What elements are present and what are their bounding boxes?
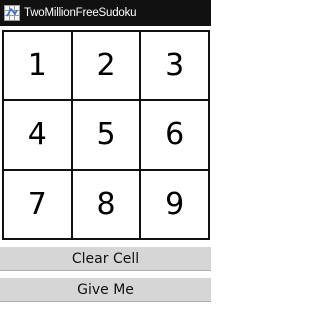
app-title: TwoMillionFreeSudoku	[24, 7, 137, 19]
digit-2-button[interactable]: 2	[72, 32, 142, 102]
title-bar: TwoMillionFreeSudoku	[0, 0, 211, 26]
digit-6-button[interactable]: 6	[141, 101, 210, 171]
digit-9-button[interactable]: 9	[141, 170, 210, 240]
digit-5-button[interactable]: 5	[72, 101, 142, 171]
digit-3-button[interactable]: 3	[141, 32, 210, 102]
digit-4-button[interactable]: 4	[4, 101, 73, 171]
app-window: TwoMillionFreeSudoku 1 2 3 4 5 6 7 8 9 C…	[0, 0, 211, 310]
give-me-button[interactable]: Give Me	[0, 278, 211, 302]
sudoku-app-icon	[4, 5, 20, 21]
digit-7-button[interactable]: 7	[4, 170, 73, 240]
clear-cell-button[interactable]: Clear Cell	[0, 247, 211, 271]
digit-8-button[interactable]: 8	[72, 170, 142, 240]
digit-1-button[interactable]: 1	[4, 32, 73, 102]
number-keypad: 1 2 3 4 5 6 7 8 9	[2, 30, 210, 240]
